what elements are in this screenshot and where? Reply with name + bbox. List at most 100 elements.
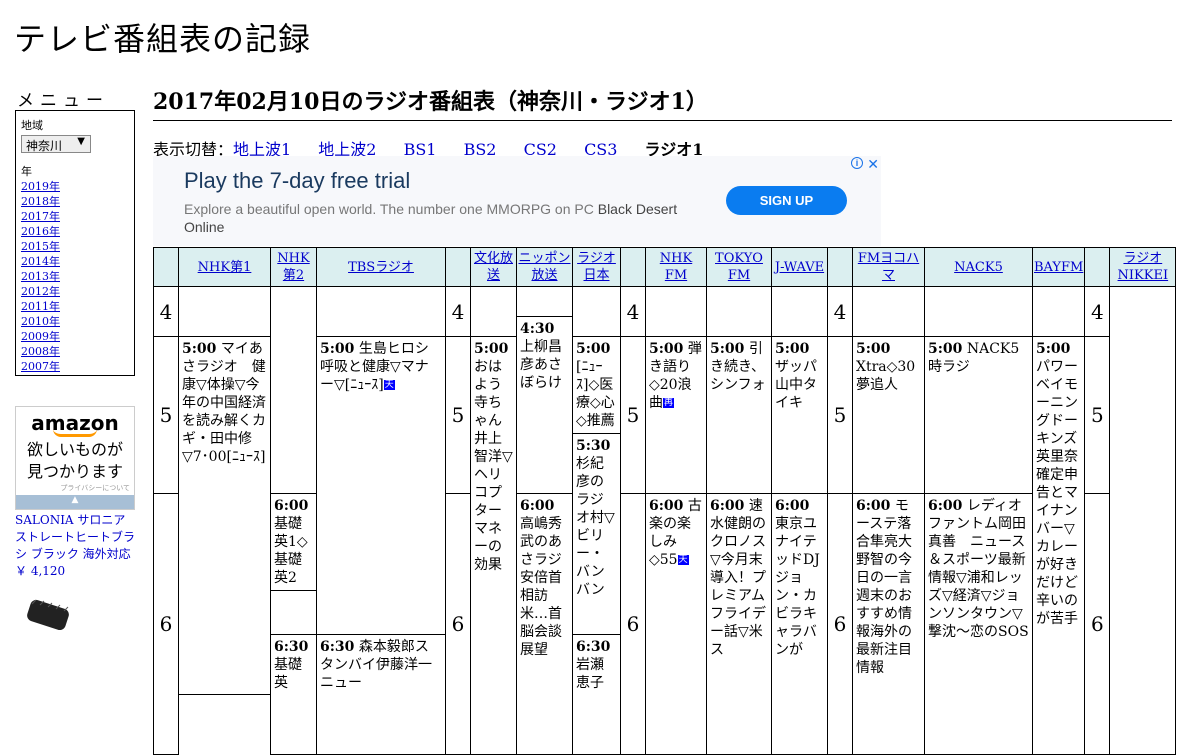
channel-header: NHK第2 (270, 247, 317, 287)
program-time: 5:00 (474, 341, 509, 357)
nhk2-continuation (270, 590, 317, 635)
program-time: 6:00 (649, 498, 684, 514)
year-link-2017[interactable]: 2017年 (21, 209, 129, 224)
ad-title[interactable]: Play the 7-day free trial (184, 168, 410, 194)
year-link-2014[interactable]: 2014年 (21, 254, 129, 269)
program-title: パワーベイモーニングドーキンズ英里奈確定申告とマイナンバー▽カレーが好きだけど辛… (1036, 359, 1078, 627)
program-title: 基礎英 (274, 657, 302, 691)
program-cell[interactable]: 6:00 東京ユナイテッドDJジョン・カビラキャラバンが (771, 493, 828, 755)
channel-link-fmyokohama[interactable]: FMヨコハマ (858, 251, 919, 283)
program-cell[interactable]: 5:00 引き続き、シンフォ (706, 336, 772, 494)
program-time: 5:30 (576, 438, 611, 454)
channel-link-radionikkei[interactable]: ラジオNIKKEI (1118, 251, 1169, 283)
channel-header: TBSラジオ (316, 247, 446, 287)
channel-link-jwave[interactable]: J-WAVE (775, 260, 824, 275)
program-cell[interactable]: 6:30 岩瀬恵子 (572, 634, 621, 755)
program-cell[interactable]: 5:00 Xtra◇30夢追人 (852, 336, 925, 494)
year-link-2016[interactable]: 2016年 (21, 224, 129, 239)
channel-link-nippon[interactable]: ニッポン放送 (518, 251, 570, 283)
amazon-message-line2: 見つかります (26, 462, 123, 481)
program-cell[interactable]: 6:00 レディオファントム岡田真善 ニュース＆スポーツ最新情報▽浦和レッズ▽経… (924, 493, 1033, 755)
close-icon[interactable]: ✕ (867, 156, 879, 173)
program-cell[interactable]: 5:00 おはよう寺ちゃん井上智洋▽ヘリコプターマネーの効果 (470, 336, 517, 755)
program-cell[interactable]: 5:00 マイあさラジオ 健康▽体操▽今年の中国経済を読み解くカギ・田中修▽7･… (178, 336, 271, 695)
program-cell[interactable]: 6:30 森本毅郎スタンバイ伊藤洋一ニュー (316, 634, 446, 755)
year-link-2015[interactable]: 2015年 (21, 239, 129, 254)
program-title: マイあさラジオ 健康▽体操▽今年の中国経済を読み解くカギ・田中修▽7･00[ﾆｭ… (182, 341, 266, 465)
channel-link-bayfm[interactable]: BAYFM (1034, 260, 1083, 275)
year-link-2018[interactable]: 2018年 (21, 194, 129, 209)
program-cell[interactable]: 6:00 モーステ落合隼亮大野智の今日の一言週末のおすすめ情報海外の最新注目情報 (852, 493, 925, 755)
empty-slot (1031, 286, 1086, 337)
channel-link-tokyofm[interactable]: TOKYO FM (715, 251, 763, 283)
weather-badge: 天 (677, 555, 689, 565)
program-cell[interactable]: 5:00 生島ヒロシ 呼吸と健康▽マナー▽[ﾆｭｰｽ]天 (316, 336, 446, 635)
empty-slot (316, 286, 446, 337)
info-icon[interactable]: i (851, 157, 863, 169)
program-title: レディオファントム岡田真善 ニュース＆スポーツ最新情報▽浦和レッズ▽経済▽ジョン… (928, 498, 1029, 640)
channel-link-nack5[interactable]: NACK5 (954, 260, 1003, 275)
program-cell[interactable]: 5:00 NACK5時ラジ (924, 336, 1033, 494)
program-time: 5:00 (320, 341, 355, 357)
program-title: 岩瀬恵子 (576, 657, 604, 691)
channel-header: J-WAVE (771, 247, 828, 287)
program-cell[interactable]: 4:30 上柳昌彦あさぼらけ (516, 316, 573, 494)
site-title: テレビ番組表の記録 (14, 20, 312, 58)
year-link-2008[interactable]: 2008年 (21, 344, 129, 359)
program-cell[interactable]: 6:30 基礎英 (270, 634, 317, 755)
channel-link-nhk1[interactable]: NHK第1 (198, 260, 252, 275)
channel-header: BAYFM (1031, 247, 1086, 287)
year-link-2010[interactable]: 2010年 (21, 314, 129, 329)
page-heading: 2017年02月10日のラジオ番組表（神奈川・ラジオ1） (153, 84, 1172, 121)
year-link-2011[interactable]: 2011年 (21, 299, 129, 314)
amazon-ad-banner[interactable]: amazon 欲しいものが 見つかります プライバシーについて ▲ (15, 406, 135, 510)
program-cell[interactable]: 5:00 弾き語り◇20浪曲再 (645, 336, 707, 494)
program-title: 杉紀彦のラジオ村▽ビリー・バンバン (576, 456, 615, 598)
amazon-product[interactable]: SALONIA サロニア ストレートヒートブラシ ブラック 海外対応 ￥ 4,1… (15, 512, 137, 580)
program-cell[interactable]: 6:00 古楽の楽しみ◇55天 (645, 493, 707, 755)
program-time: 6:00 (710, 498, 745, 514)
hour-cell: 4 (1084, 286, 1111, 337)
channel-link-nhkfm[interactable]: NHK FM (660, 251, 692, 283)
product-name[interactable]: SALONIA サロニア ストレートヒートブラシ ブラック 海外対応 (15, 513, 135, 561)
program-time: 4:30 (520, 321, 555, 337)
program-cell[interactable]: 6:00 高嶋秀武のあさラジ安倍首相訪米…首脳会談展望 (516, 493, 573, 755)
program-title: ザッパ山中タイキ (775, 359, 817, 411)
program-cell[interactable]: 5:30 杉紀彦のラジオ村▽ビリー・バンバン (572, 433, 621, 635)
hair-brush-image[interactable] (22, 598, 74, 630)
region-select[interactable]: 神奈川 ▼ (21, 135, 91, 153)
program-cell[interactable]: 5:00 ザッパ山中タイキ (771, 336, 828, 494)
hour-cell: 6 (827, 493, 853, 755)
display-ad[interactable]: Play the 7-day free trial Explore a beau… (153, 156, 881, 246)
program-cell[interactable]: 5:00 パワーベイモーニングドーキンズ英里奈確定申告とマイナンバー▽カレーが好… (1031, 336, 1086, 755)
hour-cell: 4 (620, 286, 646, 337)
program-time: 5:00 (856, 341, 891, 357)
ad-description-text: Explore a beautiful open world. The numb… (184, 201, 598, 217)
channel-link-radio-nippon[interactable]: ラジオ日本 (577, 251, 616, 283)
channel-link-nhk2[interactable]: NHK第2 (277, 251, 309, 283)
program-cell[interactable]: 6:00 速水健朗のクロノス▽今月末導入！プレミアムフライデー話▽米ス (706, 493, 772, 755)
ad-signup-button[interactable]: SIGN UP (726, 186, 847, 215)
program-time: 5:00 (576, 341, 611, 357)
program-cell[interactable]: 5:00 [ﾆｭｰｽ]◇医療◇心◇推薦 (572, 336, 621, 434)
program-title: 速水健朗のクロノス▽今月末導入！プレミアムフライデー話▽米ス (710, 498, 766, 658)
empty-slot (852, 286, 925, 337)
year-link-2009[interactable]: 2009年 (21, 329, 129, 344)
channel-header: ラジオNIKKEI (1109, 247, 1177, 287)
year-link-2012[interactable]: 2012年 (21, 284, 129, 299)
year-link-2019[interactable]: 2019年 (21, 179, 129, 194)
channel-link-tbs[interactable]: TBSラジオ (348, 260, 414, 275)
amazon-privacy-link[interactable]: プライバシーについて (16, 483, 134, 493)
program-cell[interactable]: 6:00 基礎英1◇基礎英2 (270, 493, 317, 591)
program-time: 5:00 (182, 341, 217, 357)
program-time: 6:30 (320, 639, 355, 655)
region-label: 地域 (21, 119, 43, 132)
channel-link-bunka[interactable]: 文化放送 (474, 251, 513, 283)
year-link-2013[interactable]: 2013年 (21, 269, 129, 284)
year-link-2007[interactable]: 2007年 (21, 359, 129, 374)
amazon-logo: amazon (31, 411, 119, 435)
channel-header: NHK第1 (178, 247, 271, 287)
empty-slot (270, 286, 317, 494)
menu-title: メニュー (17, 91, 109, 111)
amazon-scroll-up-icon[interactable]: ▲ (16, 495, 134, 509)
